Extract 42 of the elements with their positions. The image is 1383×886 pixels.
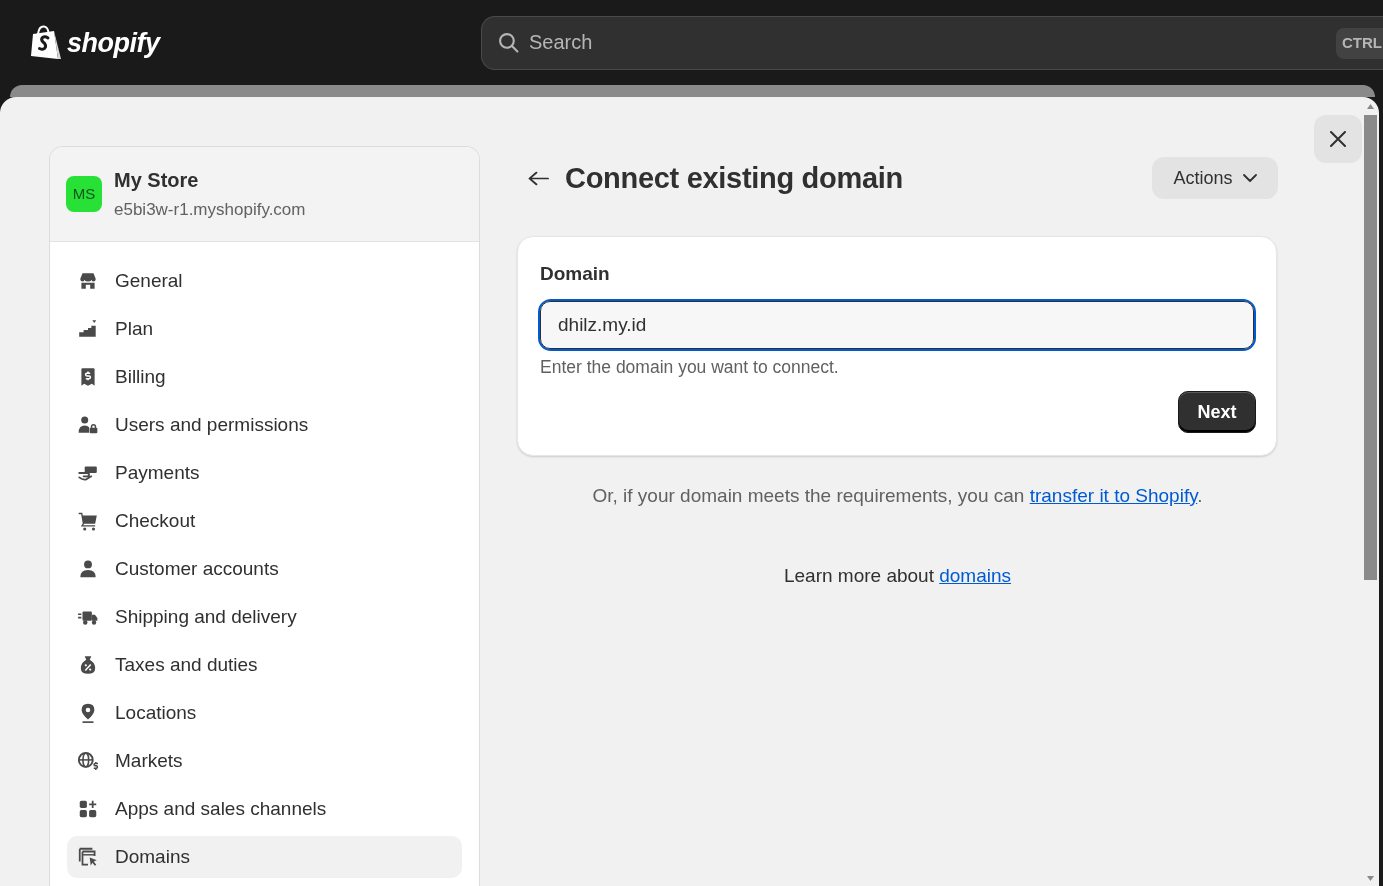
store-avatar: MS (66, 176, 102, 212)
nav-item[interactable]: Payments (67, 452, 462, 494)
nav-item[interactable]: Customer accounts (67, 548, 462, 590)
person-icon (77, 558, 99, 580)
left-arrow-icon (527, 169, 549, 187)
help-text: Enter the domain you want to connect. (540, 357, 839, 377)
nav-item[interactable]: Domains (67, 836, 462, 878)
apps-grid-icon (77, 798, 99, 820)
store-domain: e5bi3w-r1.myshopify.com (114, 199, 306, 221)
learn-more-text: Learn more about domains (783, 564, 1012, 588)
next-button[interactable]: Next (1178, 391, 1256, 433)
cart-icon (77, 510, 99, 532)
nav-item[interactable]: Users and permissions (67, 404, 462, 446)
user-lock-icon (77, 414, 99, 436)
field-label: Domain (540, 262, 610, 286)
storefront-icon (77, 270, 99, 292)
store-name: My Store (114, 168, 200, 193)
nav-item[interactable]: Taxes and duties (67, 644, 462, 686)
nav-item[interactable]: Locations (67, 692, 462, 734)
transfer-link[interactable]: transfer it to Shopify (1029, 485, 1198, 506)
nav-item[interactable]: Markets (67, 740, 462, 782)
domains-link[interactable]: domains (939, 565, 1012, 586)
page-title: Connect existing domain (565, 161, 903, 196)
nav-item[interactable]: General (67, 260, 462, 302)
shopping-bag-logo-icon (30, 24, 62, 61)
domain-input[interactable]: dhilz.my.id (538, 299, 1256, 351)
close-button[interactable] (1314, 115, 1362, 163)
nav-item[interactable]: Plan (67, 308, 462, 350)
search-icon (498, 31, 519, 53)
chevron-down-icon (1242, 174, 1257, 182)
nav-item[interactable]: Checkout (67, 500, 462, 542)
steps-flag-icon (77, 318, 99, 340)
globe-dollar-icon (77, 750, 99, 772)
nav-item[interactable]: Apps and sales channels (67, 788, 462, 830)
shortcut-key: CTRL (1336, 27, 1383, 59)
nav-item[interactable]: Shipping and delivery (67, 596, 462, 638)
close-icon (1330, 131, 1346, 147)
nav-item[interactable]: Billing (67, 356, 462, 398)
window-cursor-icon (77, 846, 99, 868)
transfer-note: Or, if your domain meets the requirements, you can transfer it to Shopify. (592, 484, 1203, 508)
logo-wordmark: shopify (67, 26, 160, 60)
actions-button[interactable]: Actions (1152, 157, 1278, 199)
